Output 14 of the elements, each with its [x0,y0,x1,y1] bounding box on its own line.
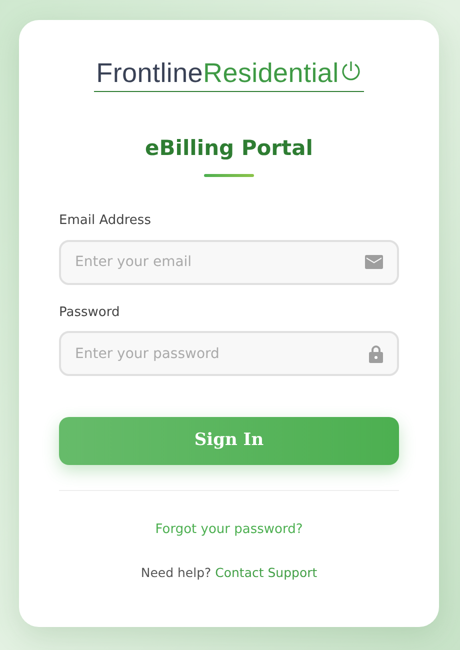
forgot-password-link[interactable]: Forgot your password? [155,522,303,537]
lock-icon [369,344,383,362]
portal-title: eBilling Portal [144,135,314,162]
sign-in-button[interactable]: Sign In [59,417,399,465]
envelope-icon [365,255,383,269]
field-label: Email Address [59,212,152,230]
password-field[interactable]: Enter your password [59,331,399,376]
power-icon [340,60,362,82]
contact-support-link[interactable]: Contact Support [215,565,318,580]
field-label: Password [59,304,121,322]
email-field[interactable]: Enter your email [59,240,399,284]
help-text: Need help? [140,565,212,580]
title-underline [204,174,254,177]
logo: FrontlineResidential [94,56,364,92]
